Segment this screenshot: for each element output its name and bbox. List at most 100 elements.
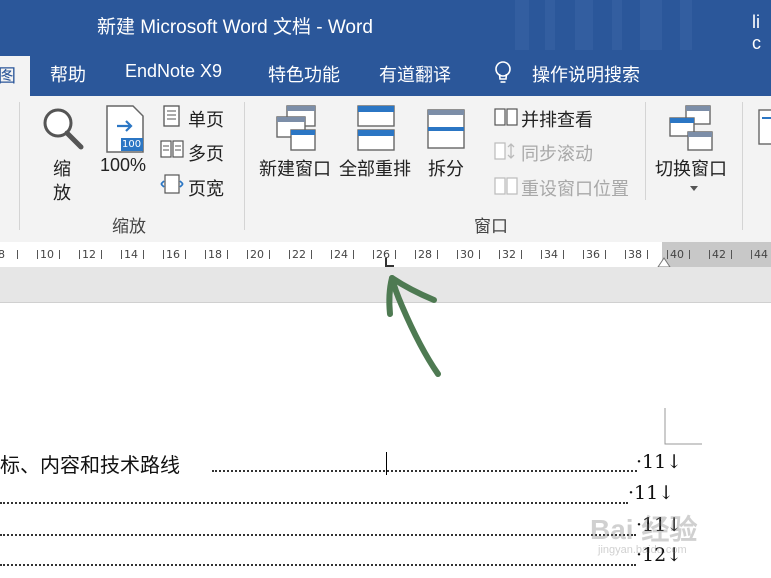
arrange-all-button[interactable]: 全部重排 [339,155,411,181]
ruler-tick-mark [247,250,248,259]
tab-view[interactable]: 图 [0,56,30,96]
macros-icon[interactable] [758,108,771,148]
switch-windows-button[interactable]: 切换窗口 [655,155,727,181]
ruler-tick-label: 42 [712,248,726,261]
text-cursor [386,452,387,475]
switch-windows-icon [669,105,713,151]
ruler-tick-mark [709,250,710,259]
ruler-tick-label: 32 [502,248,516,261]
tell-me-search[interactable]: 操作说明搜索 [532,61,640,87]
ruler-tick-mark [373,250,374,259]
title-decoration [515,0,529,50]
ruler-tick-mark [331,250,332,259]
tab-help[interactable]: 帮助 [50,61,86,87]
split-button[interactable]: 拆分 [428,155,464,181]
user-name[interactable]: li c [752,12,771,54]
ruler-tick-mark [353,250,354,259]
ruler-tick-mark [647,250,648,259]
ruler-tick-mark [605,250,606,259]
title-decoration [612,0,622,50]
zoom-100-button[interactable]: 100% [100,155,146,176]
tab-view-label: 图 [0,66,16,86]
toc-leader-2 [0,500,628,504]
ruler-tick-mark [185,250,186,259]
ruler-tick-mark [101,250,102,259]
sync-scroll-icon [494,142,515,160]
chevron-down-icon[interactable] [690,186,698,192]
ruler-tick-mark [541,250,542,259]
single-page-icon [163,105,180,127]
tab-special-features[interactable]: 特色功能 [268,61,340,87]
ruler-tick-mark [205,250,206,259]
annotation-arrow [386,275,441,377]
tab-endnote[interactable]: EndNote X9 [125,61,222,82]
ruler-tick-label: 30 [460,248,474,261]
reset-window-position-icon [494,177,518,195]
arrange-all-icon [357,105,395,151]
title-decoration [680,0,692,50]
toc-leader-4 [0,562,636,566]
toc-entry-1[interactable]: 标、内容和技术路线 [0,449,180,478]
single-page-button[interactable]: 单页 [188,106,224,132]
zoom-label-2: 放 [53,183,71,203]
group-divider [244,102,245,230]
ruler-tick-mark [499,250,500,259]
multiple-pages-button[interactable]: 多页 [188,140,224,166]
ruler-tick-mark [521,250,522,259]
title-decoration [545,0,555,50]
zoom-100-badge: 100 [122,139,142,150]
ruler-tick-label: 12 [82,248,96,261]
zoom-icon [43,108,84,150]
group-divider [742,102,743,230]
ruler-tick-label: 8 [0,248,5,261]
ruler-tick-mark [59,250,60,259]
ruler-tick-label: 44 [754,248,768,261]
ruler-tick-label: 36 [586,248,600,261]
view-side-by-side-button[interactable]: 并排查看 [521,106,593,132]
ruler-tick-mark [437,250,438,259]
tab-youdao-translate[interactable]: 有道翻译 [379,61,451,87]
ruler-tick-label: 14 [124,248,138,261]
ruler-tick-label: 22 [292,248,306,261]
multiple-pages-icon [160,140,184,158]
ruler-tick-mark [731,250,732,259]
page-width-icon [160,174,184,194]
toc-leader-1 [212,468,637,472]
reset-window-position-button[interactable]: 重设窗口位置 [521,175,629,201]
ruler-tick-mark [415,250,416,259]
ruler-tick-mark [269,250,270,259]
window-title: 新建 Microsoft Word 文档 - Word [97,17,373,38]
split-icon [427,109,465,149]
new-window-button[interactable]: 新建窗口 [259,155,331,181]
ribbon-tabs: 图 帮助 EndNote X9 特色功能 有道翻译 操作说明搜索 [0,50,771,96]
ruler-tick-mark [751,250,752,259]
zoom-group-label: 缩放 [112,217,146,236]
ruler-tick-mark [37,250,38,259]
group-divider [645,102,646,200]
zoom-label-1: 缩 [53,159,71,179]
toc-leader-3 [0,532,636,536]
ruler-tick-mark [689,250,690,259]
ruler-tick-mark [289,250,290,259]
ruler-tick-label: 20 [250,248,264,261]
ruler-tick-label: 40 [670,248,684,261]
lightbulb-icon [495,61,511,83]
ruler-tick-mark [479,250,480,259]
synchronous-scrolling-button[interactable]: 同步滚动 [521,140,593,166]
ruler-tick-label: 16 [166,248,180,261]
page-width-button[interactable]: 页宽 [188,175,224,201]
side-by-side-icon [494,108,518,126]
margin-corner-mark [664,408,702,445]
ruler-tick-mark [625,250,626,259]
ruler-tick-label: 38 [628,248,642,261]
ruler-tick-mark [311,250,312,259]
ruler-tick-mark [121,250,122,259]
toc-page-number-2: ·11↓ [628,482,675,504]
ruler-tick-mark [79,250,80,259]
ruler-tick-mark [583,250,584,259]
window-group-label: 窗口 [474,217,508,236]
title-bar: 新建 Microsoft Word 文档 - Word li c [0,0,771,53]
ruler-tick-mark [457,250,458,259]
ruler-tick-mark [563,250,564,259]
watermark-url: jingyan.baidu.com [598,544,687,556]
